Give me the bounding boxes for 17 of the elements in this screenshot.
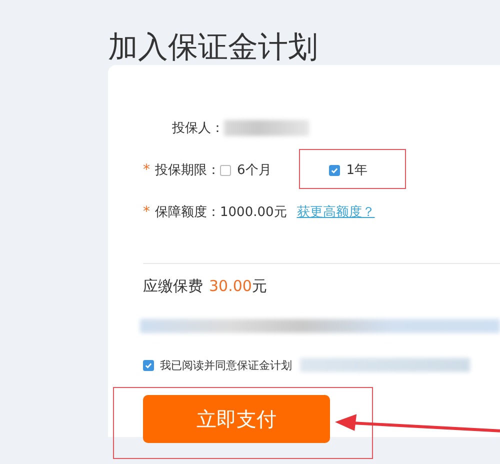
checkbox[interactable] <box>329 164 340 176</box>
coverage-value: 1000.00元 <box>220 204 287 221</box>
field-label: 投保期限： <box>155 162 220 179</box>
required-asterisk: * <box>143 162 151 178</box>
pay-button[interactable]: 立即支付 <box>143 395 330 443</box>
checkbox[interactable] <box>220 164 231 176</box>
field-label: 保障额度： <box>155 204 220 221</box>
checkbox[interactable] <box>143 360 154 370</box>
page-title: 加入保证金计划 <box>108 29 319 65</box>
premium-label: 应缴保费 <box>143 276 203 296</box>
required-asterisk: * <box>143 204 151 220</box>
premium-amount: 30.00元 <box>209 276 267 296</box>
field-label: 投保人： <box>172 120 224 137</box>
option-label: 6个月 <box>237 162 272 179</box>
more-coverage-link[interactable]: 获更高额度？ <box>296 203 375 221</box>
agreement-text: 我已阅读并同意保证金计划 <box>160 358 292 372</box>
option-label: 1年 <box>346 162 368 179</box>
